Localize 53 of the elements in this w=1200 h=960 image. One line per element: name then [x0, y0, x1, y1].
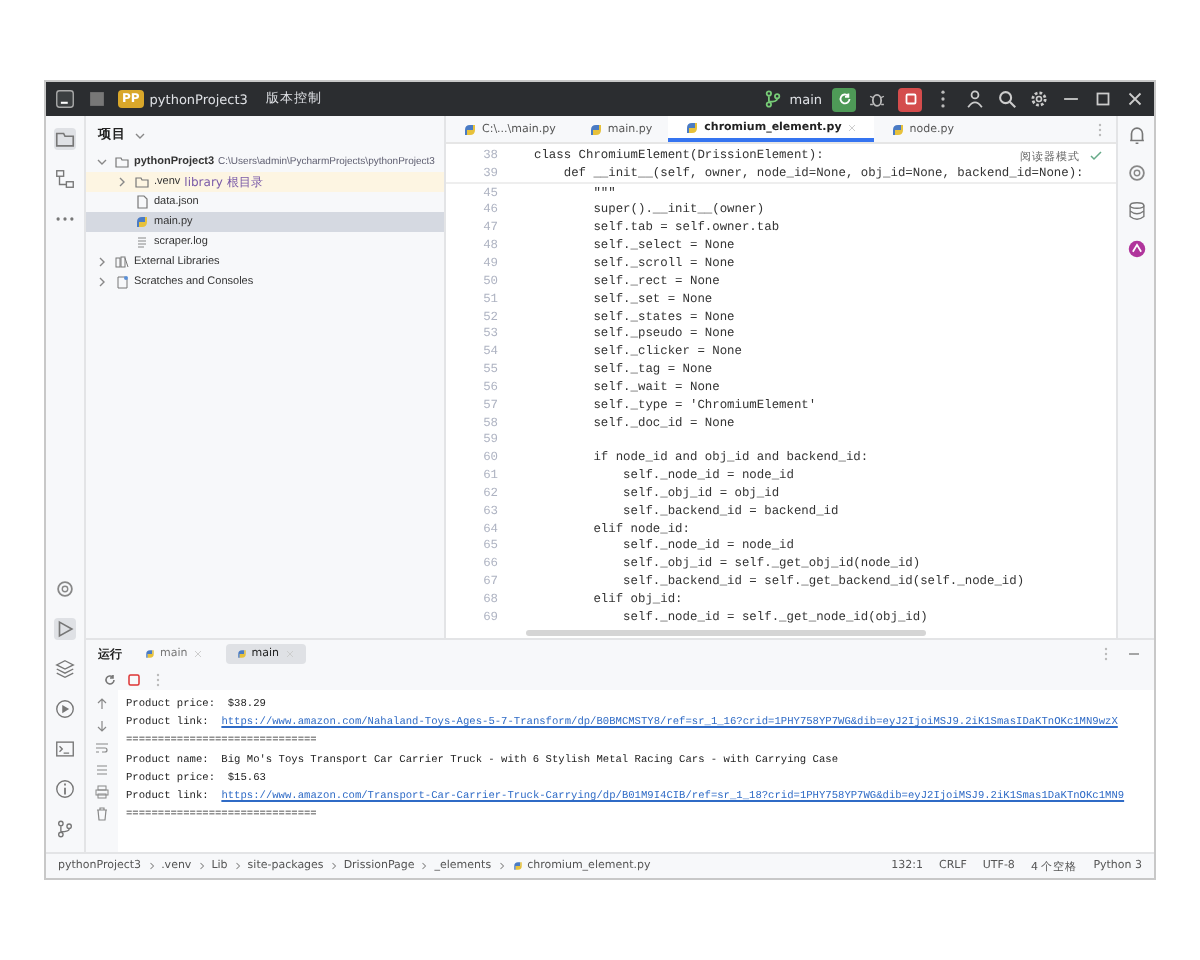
python-file-icon	[587, 121, 604, 137]
settings-icon[interactable]	[1028, 88, 1050, 110]
python-file-icon	[462, 121, 478, 137]
print-icon[interactable]	[94, 784, 110, 800]
chevron-down-icon[interactable]	[94, 154, 110, 170]
text-file-icon	[134, 234, 150, 250]
check-icon	[1088, 148, 1104, 164]
chevron-right-icon	[418, 860, 431, 872]
rerun-icon	[835, 90, 853, 108]
chevron-right-icon	[495, 860, 508, 872]
close-icon[interactable]	[1124, 88, 1146, 110]
chevron-right-icon[interactable]	[94, 254, 110, 270]
folder-icon[interactable]	[54, 128, 76, 150]
vcs-icon[interactable]	[54, 818, 76, 840]
python-file-icon	[889, 121, 906, 137]
app-logo-icon[interactable]	[54, 88, 76, 110]
problems-icon[interactable]	[54, 778, 76, 800]
chevron-right-icon[interactable]	[94, 274, 110, 290]
python-file-icon	[684, 119, 701, 135]
chevron-right-icon	[327, 860, 340, 872]
library-icon	[114, 254, 130, 270]
play-icon[interactable]	[54, 698, 76, 720]
trash-icon[interactable]	[94, 806, 110, 822]
chevron-right-icon[interactable]	[114, 174, 130, 190]
rerun-button[interactable]	[832, 87, 856, 111]
structure-icon[interactable]	[54, 168, 76, 190]
run-icon[interactable]	[54, 618, 76, 640]
bell-icon[interactable]	[1125, 124, 1147, 146]
python-file-icon	[511, 860, 524, 872]
file-icon	[134, 194, 150, 210]
search-icon[interactable]	[996, 88, 1018, 110]
python-file-icon	[134, 214, 150, 230]
debug-icon[interactable]	[866, 88, 888, 110]
up-arrow-icon[interactable]	[94, 696, 110, 712]
python-file-icon	[144, 648, 156, 660]
maximize-icon[interactable]	[1092, 88, 1114, 110]
layers-icon[interactable]	[54, 658, 76, 680]
chevron-right-icon	[231, 860, 244, 872]
soft-wrap-icon[interactable]	[94, 740, 110, 756]
user-icon[interactable]	[964, 88, 986, 110]
rerun-icon[interactable]	[102, 671, 118, 687]
ai-icon[interactable]	[1125, 238, 1147, 260]
terminal-icon[interactable]	[54, 738, 76, 760]
python-file-icon	[235, 648, 248, 660]
stop-icon	[901, 90, 919, 108]
stop-icon[interactable]	[126, 671, 142, 687]
stop-button[interactable]	[898, 87, 922, 111]
branch-icon	[761, 88, 784, 110]
chevron-right-icon	[145, 860, 158, 872]
database-icon[interactable]	[1125, 200, 1147, 222]
down-arrow-icon[interactable]	[94, 718, 110, 734]
scratch-file-icon	[114, 274, 130, 290]
chevron-right-icon	[195, 860, 208, 872]
